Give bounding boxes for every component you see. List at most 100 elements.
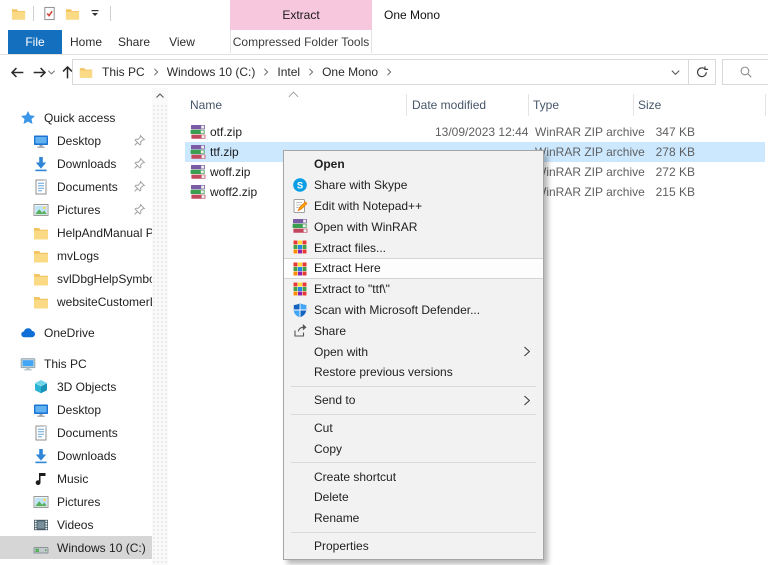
breadcrumb-chevron-icon[interactable] bbox=[150, 68, 162, 76]
menu-item-cut[interactable]: Cut bbox=[284, 418, 543, 439]
menu-item-rename[interactable]: Rename bbox=[284, 508, 543, 529]
menu-item-delete[interactable]: Delete bbox=[284, 487, 543, 508]
tab-compressed-folder-tools[interactable]: Compressed Folder Tools bbox=[230, 30, 372, 53]
folder-icon bbox=[33, 248, 49, 264]
breadcrumb-segment-intel[interactable]: Intel bbox=[272, 65, 305, 79]
refresh-icon[interactable] bbox=[689, 60, 715, 84]
menu-item-open-with[interactable]: Open with bbox=[284, 341, 543, 362]
tab-share[interactable]: Share bbox=[110, 30, 158, 54]
column-header-name[interactable]: Name bbox=[190, 98, 222, 112]
sidebar-item-label: Windows 10 (C:) bbox=[57, 540, 146, 555]
sidebar-item-onedrive[interactable]: OneDrive bbox=[0, 321, 152, 344]
menu-item-open-with-winrar[interactable]: Open with WinRAR bbox=[284, 216, 543, 237]
menu-item-create-shortcut[interactable]: Create shortcut bbox=[284, 466, 543, 487]
sidebar-item-pictures[interactable]: Pictures bbox=[0, 490, 152, 513]
column-header-date-modified[interactable]: Date modified bbox=[412, 98, 486, 112]
folder-icon[interactable] bbox=[64, 5, 80, 21]
column-divider[interactable] bbox=[528, 94, 529, 116]
sidebar-scrollbar[interactable] bbox=[152, 88, 168, 565]
menu-separator bbox=[291, 462, 536, 464]
menu-item-send-to[interactable]: Send to bbox=[284, 390, 543, 411]
address-dropdown-chevron-icon[interactable] bbox=[662, 60, 688, 84]
sidebar-item-downloads[interactable]: Downloads bbox=[0, 152, 152, 175]
column-header-size[interactable]: Size bbox=[638, 98, 661, 112]
sidebar-item-label: svlDbgHelpSymbolF bbox=[57, 271, 152, 286]
contextual-group-banner: Extract bbox=[230, 0, 372, 30]
menu-item-share-with-skype[interactable]: S Share with Skype bbox=[284, 175, 543, 196]
file-name: otf.zip bbox=[210, 125, 243, 139]
sidebar-item-label: mvLogs bbox=[57, 248, 100, 263]
menu-item-extract-here[interactable]: Extract Here bbox=[284, 257, 543, 279]
menu-item-open[interactable]: Open bbox=[284, 154, 543, 175]
sidebar-item-label: Music bbox=[57, 471, 89, 486]
sidebar-item-svldbghelpsymbolf[interactable]: svlDbgHelpSymbolF bbox=[0, 267, 152, 290]
sidebar-item-label: Pictures bbox=[57, 494, 101, 509]
pin-icon bbox=[133, 157, 147, 171]
search-input[interactable] bbox=[722, 59, 768, 85]
menu-item-label: Extract files... bbox=[314, 240, 387, 255]
column-divider[interactable] bbox=[406, 94, 407, 116]
sidebar-item-desktop[interactable]: Desktop bbox=[0, 398, 152, 421]
column-header-type[interactable]: Type bbox=[533, 98, 559, 112]
menu-item-extract-to-ttf[interactable]: Extract to "ttf\" bbox=[284, 279, 543, 300]
winrar-extract-icon bbox=[292, 281, 308, 297]
menu-item-extract-files[interactable]: Extract files... bbox=[284, 237, 543, 258]
tab-file[interactable]: File bbox=[8, 30, 62, 54]
breadcrumb-segment-windows-10-c[interactable]: Windows 10 (C:) bbox=[162, 65, 261, 79]
menu-item-label: Delete bbox=[314, 490, 349, 505]
sidebar-item-windows-10-c[interactable]: Windows 10 (C:) bbox=[0, 536, 152, 559]
menu-item-properties[interactable]: Properties bbox=[284, 536, 543, 557]
winrar-extract-icon bbox=[292, 261, 308, 277]
folder-icon bbox=[33, 294, 49, 310]
winrar-archive-icon bbox=[190, 164, 206, 180]
share-icon bbox=[292, 322, 308, 338]
properties-check-icon[interactable] bbox=[41, 5, 57, 21]
sidebar-item-documents[interactable]: Documents bbox=[0, 421, 152, 444]
sidebar-item-music[interactable]: Music bbox=[0, 467, 152, 490]
tab-view[interactable]: View bbox=[158, 30, 206, 54]
file-size: 215 KB bbox=[655, 185, 695, 199]
menu-item-label: Edit with Notepad++ bbox=[314, 198, 423, 213]
menu-item-copy[interactable]: Copy bbox=[284, 438, 543, 459]
sidebar-item-websitecustomerdo[interactable]: websiteCustomerDo bbox=[0, 290, 152, 313]
sidebar-item-downloads[interactable]: Downloads bbox=[0, 444, 152, 467]
breadcrumb-chevron-icon[interactable] bbox=[260, 68, 272, 76]
column-headers: Name Date modified Type Size bbox=[185, 91, 766, 116]
winrar-archive-icon bbox=[190, 124, 206, 140]
sidebar-item-desktop[interactable]: Desktop bbox=[0, 129, 152, 152]
menu-item-scan-with-microsoft-defender[interactable]: Scan with Microsoft Defender... bbox=[284, 300, 543, 321]
back-button[interactable] bbox=[6, 60, 28, 84]
sidebar-item-helpandmanual-pro[interactable]: HelpAndManual Pro bbox=[0, 221, 152, 244]
menu-item-label: Cut bbox=[314, 420, 333, 435]
desktop-icon bbox=[33, 133, 49, 149]
music-icon bbox=[33, 471, 49, 487]
menu-item-restore-previous-versions[interactable]: Restore previous versions bbox=[284, 362, 543, 383]
menu-item-edit-with-notepad[interactable]: Edit with Notepad++ bbox=[284, 196, 543, 217]
sidebar-item-3d-objects[interactable]: 3D Objects bbox=[0, 375, 152, 398]
column-divider[interactable] bbox=[633, 94, 634, 116]
sidebar-item-mvlogs[interactable]: mvLogs bbox=[0, 244, 152, 267]
sidebar-item-label: websiteCustomerDo bbox=[57, 294, 152, 309]
breadcrumb-segment-this-pc[interactable]: This PC bbox=[97, 65, 150, 79]
folder-icon[interactable] bbox=[10, 5, 26, 21]
breadcrumb-chevron-icon[interactable] bbox=[305, 68, 317, 76]
sidebar-item-videos[interactable]: Videos bbox=[0, 513, 152, 536]
column-divider[interactable] bbox=[765, 94, 766, 116]
breadcrumb-chevron-icon[interactable] bbox=[383, 68, 395, 76]
toolbar-separator bbox=[110, 5, 111, 21]
sidebar-item-item[interactable] bbox=[0, 559, 152, 565]
file-row-otf-zip[interactable]: otf.zip 13/09/2023 12:44 WinRAR ZIP archiv… bbox=[185, 122, 765, 142]
sidebar-item-pictures[interactable]: Pictures bbox=[0, 198, 152, 221]
qat-customize-icon[interactable] bbox=[87, 5, 103, 21]
sidebar-item-quick-access[interactable]: Quick access bbox=[0, 106, 152, 129]
sidebar-item-label: Quick access bbox=[44, 110, 116, 125]
sidebar-item-documents[interactable]: Documents bbox=[0, 175, 152, 198]
tab-home[interactable]: Home bbox=[62, 30, 110, 54]
menu-item-share[interactable]: Share bbox=[284, 320, 543, 341]
folder-icon bbox=[33, 225, 49, 241]
sidebar-item-this-pc[interactable]: This PC bbox=[0, 352, 152, 375]
window-title: One Mono bbox=[384, 8, 441, 22]
breadcrumb-segment-one-mono[interactable]: One Mono bbox=[317, 65, 383, 79]
drive-icon bbox=[33, 540, 49, 556]
scroll-up-icon[interactable] bbox=[152, 88, 168, 104]
